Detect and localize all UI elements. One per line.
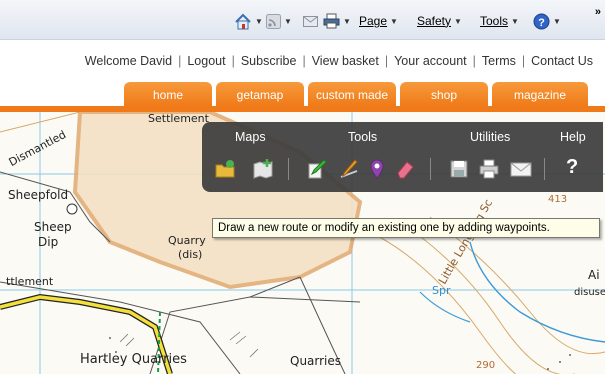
map-label-sheepfold: Sheepfold xyxy=(8,188,69,202)
tab-magazine[interactable]: magazine xyxy=(492,82,588,108)
help-menu[interactable]: ? ▼ xyxy=(533,12,561,30)
home-icon xyxy=(235,13,251,29)
print-map-icon[interactable] xyxy=(478,158,500,180)
view-basket-link[interactable]: View basket xyxy=(312,54,379,68)
tab-custom-made[interactable]: custom made xyxy=(308,82,396,108)
open-map-icon[interactable] xyxy=(214,158,236,180)
map-label-contour: 290 xyxy=(476,360,496,371)
map-label-quarry-dis: (dis) xyxy=(178,248,203,261)
tab-shop[interactable]: shop xyxy=(400,82,488,108)
map-label-settlement: Settlement xyxy=(148,112,209,125)
toolbar-tools-heading: Tools xyxy=(348,130,378,144)
map-label-settlement-2: ttlement xyxy=(6,275,54,288)
tools-menu-label: Tools xyxy=(480,14,509,28)
main-nav-tabs: home getamap custom made shop magazine xyxy=(124,82,592,108)
tools-menu[interactable]: Tools ▼ xyxy=(480,12,519,30)
svg-text:?: ? xyxy=(538,17,545,29)
draw-route-tooltip: Draw a new route or modify an existing o… xyxy=(212,218,600,238)
eraser-icon[interactable] xyxy=(394,158,416,180)
email-icon[interactable] xyxy=(510,158,532,180)
your-account-link[interactable]: Your account xyxy=(394,54,467,68)
map-label-height: 413 xyxy=(548,194,568,205)
page-menu[interactable]: Page ▼ xyxy=(359,12,398,30)
help-question-icon[interactable]: ? xyxy=(566,156,578,179)
terms-link[interactable]: Terms xyxy=(482,54,516,68)
page-menu-label: Page xyxy=(359,14,388,28)
measure-pencil-icon[interactable] xyxy=(338,158,360,180)
map-label-quarries: Quarries xyxy=(290,354,342,368)
safety-menu-label: Safety xyxy=(417,14,452,28)
map-label-spring: Spr xyxy=(432,284,451,297)
account-links: Welcome David | Logout | Subscribe | Vie… xyxy=(84,54,593,68)
map-label-dip: Dip xyxy=(38,235,59,249)
map-toolbar: Maps Tools Utilities Help ? xyxy=(202,122,603,192)
print-button[interactable]: ▼ xyxy=(323,12,351,30)
welcome-text: Welcome David xyxy=(84,54,173,68)
toolbar-help-heading: Help xyxy=(560,130,586,144)
browser-command-bar: ▼ ▼ ▼ Page ▼ Safety ▼ Tools ▼ ? ▼ » xyxy=(0,0,605,40)
map-label-quarry: Quarry xyxy=(168,234,206,247)
map-label-ai: Ai xyxy=(588,268,600,282)
feeds-button[interactable]: ▼ xyxy=(266,12,292,30)
tab-home[interactable]: home xyxy=(124,82,212,108)
mail-icon xyxy=(303,15,318,27)
toolbar-maps-heading: Maps xyxy=(235,130,266,144)
help-icon: ? xyxy=(533,13,550,29)
map-label-disuse: disuse xyxy=(574,287,605,298)
map-label-sheep: Sheep xyxy=(34,220,72,234)
feed-icon xyxy=(266,13,281,29)
new-map-icon[interactable] xyxy=(252,158,274,180)
save-icon[interactable] xyxy=(448,158,470,180)
logout-link[interactable]: Logout xyxy=(187,54,225,68)
tab-getamap[interactable]: getamap xyxy=(216,82,304,108)
map-label-hartley-quarries: Hartley Quarries xyxy=(80,352,187,367)
toolbar-utilities-heading: Utilities xyxy=(470,130,511,144)
draw-route-icon[interactable] xyxy=(306,158,328,180)
read-mail-button[interactable] xyxy=(303,12,318,30)
home-button[interactable]: ▼ xyxy=(234,12,263,30)
subscribe-link[interactable]: Subscribe xyxy=(241,54,297,68)
contact-us-link[interactable]: Contact Us xyxy=(531,54,593,68)
printer-icon xyxy=(323,13,340,29)
overflow-chevron[interactable]: » xyxy=(595,6,601,18)
waypoint-marker-icon[interactable] xyxy=(366,158,388,180)
safety-menu[interactable]: Safety ▼ xyxy=(417,12,462,30)
